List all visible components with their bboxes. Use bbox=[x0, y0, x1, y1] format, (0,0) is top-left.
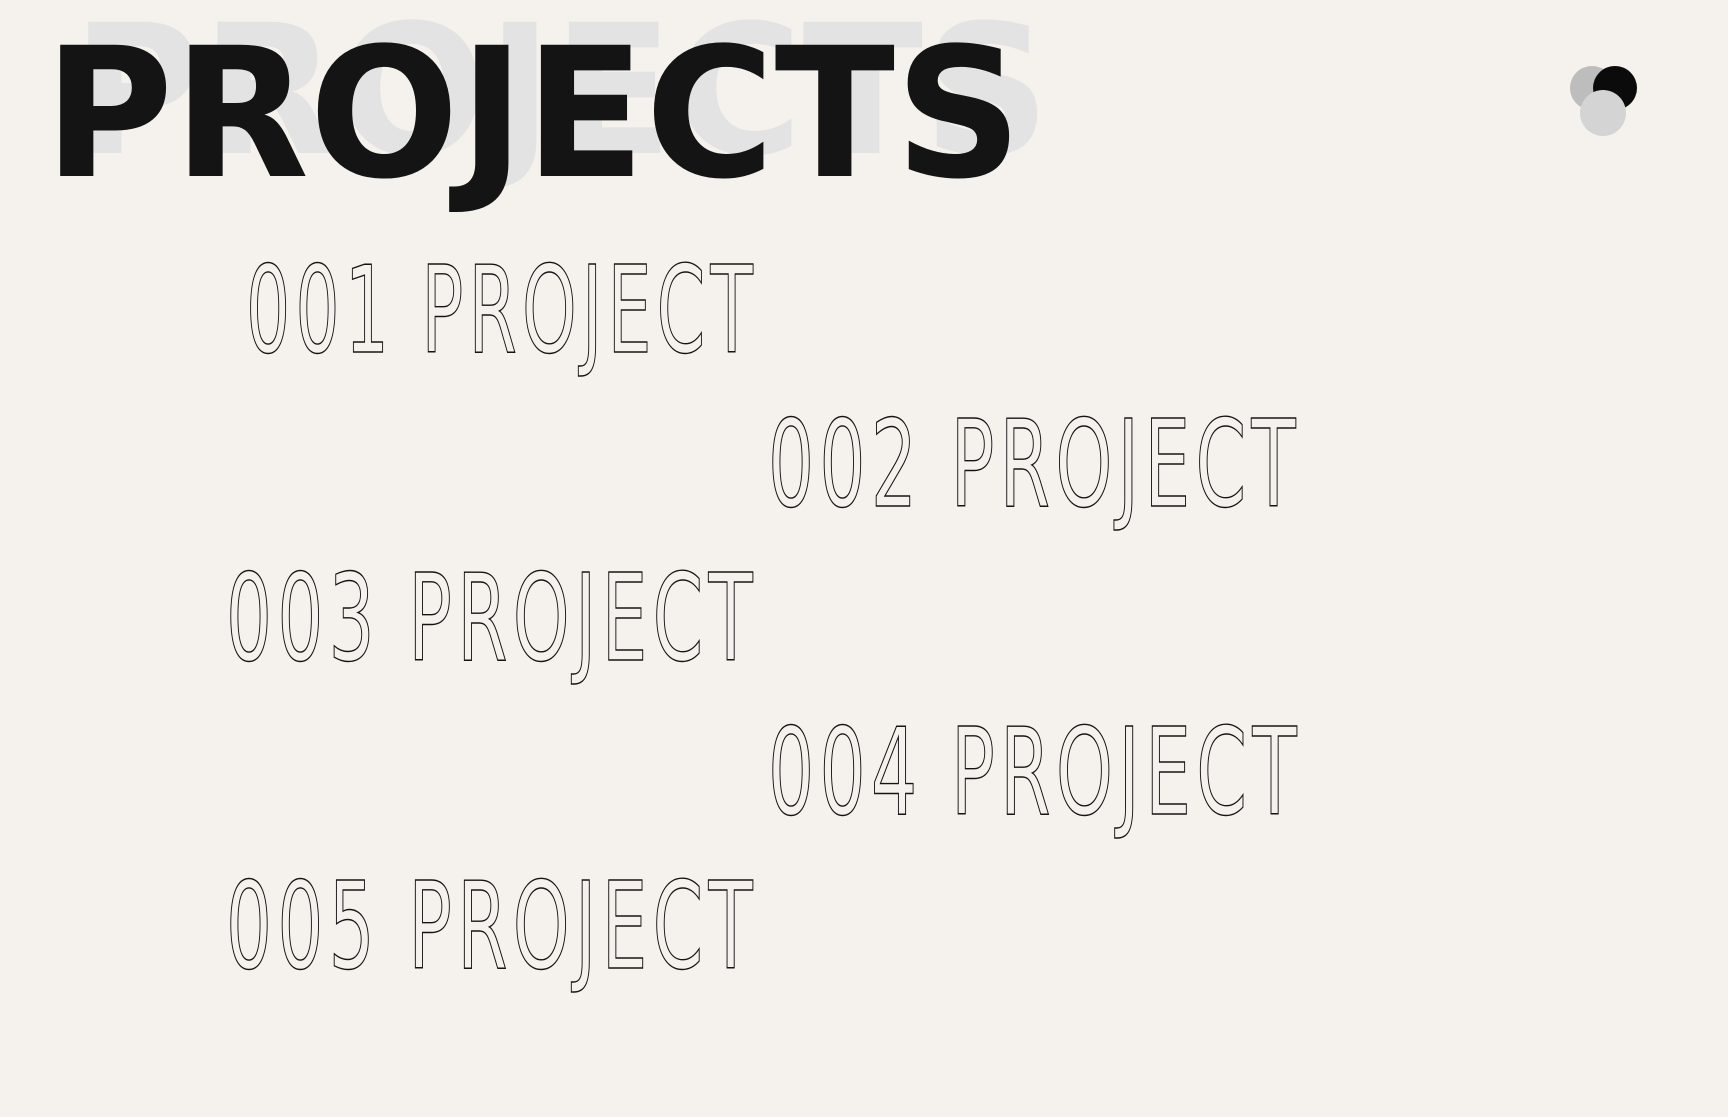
project-outline-text: 003 PROJECT bbox=[225, 549, 750, 689]
project-link-005[interactable]: 005 PROJECT bbox=[225, 852, 786, 997]
page-title: PROJECTS bbox=[44, 10, 1023, 219]
project-outline-text: 005 PROJECT bbox=[225, 857, 750, 997]
page-header: PROJECTS PROJECTS bbox=[0, 0, 1728, 220]
project-link-002[interactable]: 002 PROJECT bbox=[767, 390, 1328, 535]
project-link-001[interactable]: 001 PROJECT bbox=[245, 236, 786, 381]
project-label: 001 PROJECT bbox=[246, 242, 758, 381]
project-link-004[interactable]: 004 PROJECT bbox=[767, 698, 1328, 843]
project-label: 004 PROJECT bbox=[768, 704, 1302, 843]
project-label: 005 PROJECT bbox=[226, 858, 758, 997]
project-label: 002 PROJECT bbox=[768, 396, 1301, 535]
project-outline-text: 001 PROJECT bbox=[245, 241, 750, 381]
logo-menu-button[interactable] bbox=[1565, 62, 1643, 140]
project-outline-text: 004 PROJECT bbox=[767, 703, 1294, 843]
project-outline-text: 002 PROJECT bbox=[767, 395, 1293, 535]
project-label: 003 PROJECT bbox=[226, 550, 758, 689]
project-link-003[interactable]: 003 PROJECT bbox=[225, 544, 786, 689]
logo-dot-light-icon bbox=[1580, 90, 1626, 136]
